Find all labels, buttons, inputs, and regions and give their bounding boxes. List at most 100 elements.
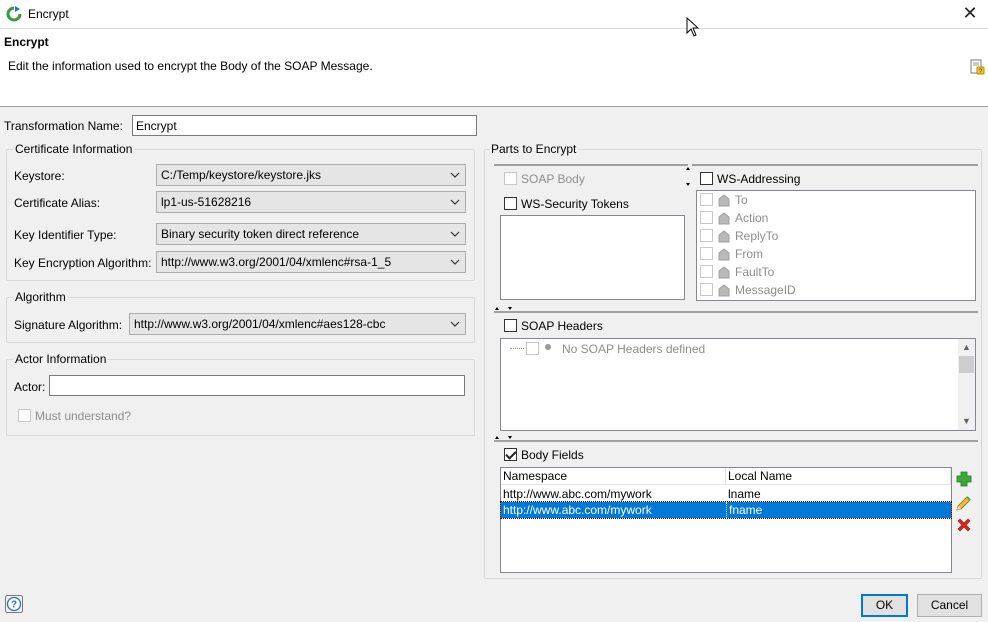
sash-handle[interactable]	[495, 307, 499, 310]
ws-addressing-item-faultto[interactable]: FaultTo	[700, 265, 774, 283]
sash-handle[interactable]	[495, 436, 499, 439]
tree-checkbox[interactable]	[700, 283, 713, 297]
panel-divider	[494, 164, 688, 166]
signature-algorithm-value: http://www.w3.org/2001/04/xmlenc#aes128-…	[134, 317, 386, 331]
scroll-up-icon[interactable]: ▲	[958, 339, 975, 356]
certificate-alias-label: Certificate Alias:	[14, 196, 101, 210]
ws-addressing-item-to[interactable]: To	[700, 193, 748, 211]
header-element-icon	[718, 230, 730, 243]
actor-info-title: Actor Information	[13, 352, 109, 366]
tree-checkbox[interactable]	[700, 265, 713, 279]
panel-divider	[494, 440, 978, 442]
namespace-cell: http://www.abc.com/mywork	[503, 487, 652, 501]
page-description: Edit the information used to encrypt the…	[8, 59, 373, 73]
soap-headers-checkbox[interactable]	[504, 319, 517, 332]
chevron-down-icon	[450, 259, 460, 265]
key-encryption-algorithm-label: Key Encryption Algorithm:	[14, 256, 152, 270]
soap-body-label: SOAP Body	[521, 172, 585, 186]
close-icon[interactable]: ✕	[960, 3, 980, 23]
help-icon[interactable]: ?	[5, 595, 23, 613]
help-document-icon[interactable]: ?	[969, 59, 985, 75]
header-element-icon	[718, 212, 730, 225]
sash-handle[interactable]	[508, 307, 512, 310]
delete-icon[interactable]	[955, 516, 973, 534]
ws-addressing-item-replyto[interactable]: ReplyTo	[700, 229, 778, 247]
body-fields-table[interactable]: Namespace Local Name http://www.abc.com/…	[500, 467, 952, 573]
chevron-down-icon	[450, 199, 460, 205]
table-row-selected[interactable]: http://www.abc.com/mywork fname	[500, 501, 952, 519]
scroll-thumb[interactable]	[959, 356, 974, 373]
soap-headers-empty-checkbox[interactable]	[526, 342, 539, 355]
namespace-cell: http://www.abc.com/mywork	[503, 503, 652, 517]
key-encryption-algorithm-value: http://www.w3.org/2001/04/xmlenc#rsa-1_5	[161, 255, 392, 269]
chevron-down-icon	[450, 172, 460, 178]
soap-body-checkbox[interactable]	[504, 172, 517, 185]
certificate-alias-combo[interactable]: lp1-us-51628216	[156, 191, 466, 213]
tree-checkbox[interactable]	[700, 211, 713, 225]
scroll-down-icon[interactable]: ▼	[958, 413, 975, 430]
sash-handle[interactable]	[686, 167, 690, 170]
sash-handle[interactable]	[508, 436, 512, 439]
tree-connector	[510, 348, 524, 349]
page-title: Encrypt	[4, 35, 49, 49]
key-identifier-type-combo[interactable]: Binary security token direct reference	[156, 223, 466, 245]
soap-headers-empty-text: No SOAP Headers defined	[562, 342, 706, 356]
tree-checkbox[interactable]	[700, 193, 713, 207]
tree-checkbox[interactable]	[700, 247, 713, 261]
ws-addressing-label: WS-Addressing	[717, 172, 801, 186]
actor-label: Actor:	[14, 380, 46, 394]
parts-to-encrypt-title: Parts to Encrypt	[489, 142, 579, 156]
panel-divider	[692, 164, 978, 166]
signature-algorithm-combo[interactable]: http://www.w3.org/2001/04/xmlenc#aes128-…	[129, 313, 466, 335]
keystore-value: C:/Temp/keystore/keystore.jks	[161, 168, 322, 182]
header-element-icon	[718, 248, 730, 261]
must-understand-checkbox[interactable]	[18, 409, 31, 422]
sash-handle[interactable]	[686, 183, 690, 186]
key-encryption-algorithm-combo[interactable]: http://www.w3.org/2001/04/xmlenc#rsa-1_5	[156, 251, 466, 273]
tree-checkbox[interactable]	[700, 229, 713, 243]
transformation-name-input[interactable]	[132, 115, 477, 136]
chevron-down-icon	[450, 231, 460, 237]
body-fields-label: Body Fields	[521, 448, 584, 462]
body-fields-checkbox[interactable]	[504, 448, 517, 461]
ws-addressing-item-action[interactable]: Action	[700, 211, 768, 229]
ws-addressing-checkbox[interactable]	[700, 172, 713, 185]
table-row[interactable]: http://www.abc.com/mywork lname	[501, 486, 951, 502]
keystore-combo[interactable]: C:/Temp/keystore/keystore.jks	[156, 164, 466, 186]
algorithm-title: Algorithm	[13, 290, 68, 304]
certificate-info-title: Certificate Information	[13, 142, 135, 156]
actor-input[interactable]	[49, 375, 465, 396]
ws-security-tokens-checkbox[interactable]	[504, 197, 517, 210]
title-bar: Encrypt ✕	[0, 0, 988, 29]
column-header-local-name[interactable]: Local Name	[726, 468, 951, 485]
soap-headers-scrollbar[interactable]: ▲ ▼	[958, 339, 975, 430]
local-name-cell: fname	[726, 502, 951, 518]
keystore-label: Keystore:	[14, 169, 65, 183]
must-understand-label: Must understand?	[35, 409, 132, 423]
add-icon[interactable]	[955, 470, 973, 488]
ws-security-tokens-label: WS-Security Tokens	[521, 197, 629, 211]
ws-addressing-item-messageid[interactable]: MessageID	[700, 283, 796, 301]
key-identifier-type-label: Key Identifier Type:	[14, 228, 117, 242]
column-header-namespace[interactable]: Namespace	[501, 468, 726, 485]
mouse-cursor-icon	[686, 17, 700, 37]
ws-security-tokens-list[interactable]	[500, 215, 685, 300]
soap-headers-label: SOAP Headers	[521, 319, 603, 333]
panel-divider	[494, 311, 978, 313]
window-title: Encrypt	[28, 7, 69, 21]
app-refresh-icon	[6, 6, 22, 22]
header-element-icon	[718, 194, 730, 207]
local-name-cell: lname	[728, 487, 761, 501]
header-element-icon	[718, 266, 730, 279]
transformation-name-label: Transformation Name:	[4, 119, 123, 133]
header-element-icon	[718, 284, 730, 297]
header-banner: Encrypt Edit the information used to enc…	[0, 29, 988, 107]
edit-pencil-icon[interactable]	[955, 493, 973, 511]
ws-addressing-item-from[interactable]: From	[700, 247, 763, 265]
certificate-alias-value: lp1-us-51628216	[161, 195, 252, 209]
chevron-down-icon	[450, 321, 460, 327]
key-identifier-type-value: Binary security token direct reference	[161, 227, 360, 241]
cancel-button[interactable]: Cancel	[917, 594, 982, 617]
actor-info-group	[6, 359, 475, 436]
ok-button[interactable]: OK	[861, 594, 908, 617]
